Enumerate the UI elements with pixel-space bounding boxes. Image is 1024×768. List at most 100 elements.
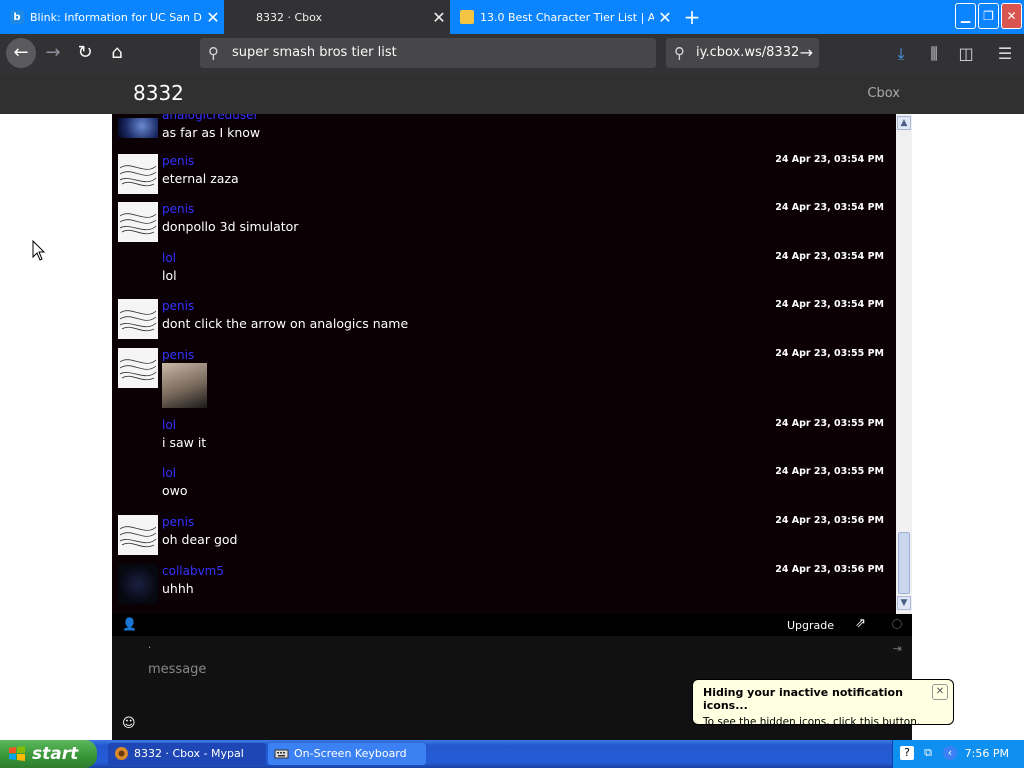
message-text: lol (162, 268, 177, 283)
message-text: donpollo 3d simulator (162, 219, 299, 234)
tab-title: 13.0 Best Character Tier List | Ap (480, 10, 654, 24)
help-icon[interactable]: ? (900, 746, 914, 760)
close-tab-icon[interactable]: ✕ (428, 8, 450, 27)
tab-cbox[interactable]: 8332 · Cbox ✕ (224, 0, 450, 34)
forward-button[interactable]: → (38, 38, 68, 68)
message-input[interactable]: message (148, 662, 206, 677)
chat-message: penis dont click the arrow on analogics n… (112, 299, 896, 347)
message-text: i saw it (162, 435, 207, 450)
scroll-thumb[interactable] (898, 532, 910, 594)
chat-message: penis 24 Apr 23, 03:55 PM (112, 348, 896, 408)
search-icon: ⚲ (674, 44, 685, 62)
nav-bar: ← → ↻ ⌂ ⚲ super smash bros tier list ⚲ i… (0, 34, 1024, 74)
message-timestamp: 24 Apr 23, 03:55 PM (775, 418, 884, 429)
minimize-button[interactable]: ▁ (955, 3, 976, 29)
go-arrow-icon[interactable]: → (800, 38, 813, 68)
search-icon: ⚲ (208, 44, 219, 62)
scrollbar[interactable]: ▲ ▼ (896, 114, 912, 688)
tab-strip: b Blink: Information for UC San Dieg ✕ 8… (0, 0, 1024, 34)
message-image[interactable] (162, 363, 207, 408)
message-text: eternal zaza (162, 171, 239, 186)
search-bar[interactable]: ⚲ iy.cbox.ws/8332 → (666, 38, 819, 68)
tab-tier-list[interactable]: 13.0 Best Character Tier List | Ap ✕ (450, 0, 676, 34)
notification-balloon[interactable]: Hiding your inactive notification icons.… (692, 679, 954, 728)
message-username[interactable]: penis (162, 348, 194, 362)
message-timestamp: 24 Apr 23, 03:55 PM (775, 466, 884, 477)
balloon-close-button[interactable]: ✕ (932, 684, 948, 700)
restore-button[interactable]: ❐ (978, 3, 999, 29)
avatar[interactable] (118, 564, 158, 604)
message-username[interactable]: penis (162, 299, 194, 313)
network-icon[interactable]: ⧉ (921, 746, 935, 760)
tab-blink[interactable]: b Blink: Information for UC San Dieg ✕ (0, 0, 224, 34)
name-field[interactable]: . (148, 640, 151, 651)
address-text: super smash bros tier list (232, 45, 397, 60)
tab-title: Blink: Information for UC San Dieg (30, 10, 202, 24)
chat-message: penis oh dear god 24 Apr 23, 03:56 PM (112, 515, 896, 563)
scroll-down-icon[interactable]: ▼ (897, 596, 911, 610)
close-tab-icon[interactable]: ✕ (654, 8, 676, 27)
message-timestamp: 24 Apr 23, 03:54 PM (775, 299, 884, 310)
close-tab-icon[interactable]: ✕ (202, 8, 224, 27)
message-username[interactable]: lol (162, 418, 176, 432)
close-window-button[interactable]: ✕ (1001, 3, 1022, 29)
start-label: start (32, 744, 79, 764)
popout-icon[interactable]: ⇗ (855, 616, 866, 631)
clock: 7:56 PM (964, 747, 1009, 760)
avatar[interactable] (118, 118, 158, 138)
keyboard-icon (274, 749, 289, 759)
message-username[interactable]: lol (162, 251, 176, 265)
avatar[interactable] (118, 515, 158, 555)
library-icon[interactable]: ⫼ (924, 44, 944, 64)
message-username[interactable]: lol (162, 466, 176, 480)
avatar[interactable] (118, 348, 158, 388)
emoji-icon[interactable]: ☺ (122, 716, 136, 731)
message-username[interactable]: collabvm5 (162, 564, 224, 578)
chat-message: lol owo 24 Apr 23, 03:55 PM (112, 466, 896, 514)
menu-icon[interactable]: ☰ (995, 44, 1015, 64)
message-timestamp: 24 Apr 23, 03:56 PM (775, 564, 884, 575)
avatar[interactable] (118, 299, 158, 339)
scroll-up-icon[interactable]: ▲ (897, 116, 911, 130)
status-icon[interactable] (892, 619, 902, 629)
taskbar-item-mypal[interactable]: 8332 · Cbox - Mypal (108, 743, 266, 765)
search-text: iy.cbox.ws/8332 (696, 45, 800, 60)
blink-favicon-icon: b (10, 10, 24, 24)
message-text: dont click the arrow on analogics name (162, 316, 409, 331)
downloads-icon[interactable]: ⤓ (891, 44, 911, 64)
chat-message: penis eternal zaza 24 Apr 23, 03:54 PM (112, 154, 896, 202)
message-timestamp: 24 Apr 23, 03:54 PM (775, 202, 884, 213)
taskbar-item-keyboard[interactable]: On-Screen Keyboard (268, 743, 426, 765)
chat-message: penis donpollo 3d simulator 24 Apr 23, 03:… (112, 202, 896, 250)
mypal-icon (115, 747, 128, 760)
brand-link[interactable]: Cbox (867, 86, 900, 101)
windows-flag-icon (9, 746, 25, 761)
chat-message: analogicreduser as far as I know (112, 114, 896, 156)
tab-title: 8332 · Cbox (256, 10, 323, 24)
avatar[interactable] (118, 202, 158, 242)
message-username[interactable]: penis (162, 515, 194, 529)
balloon-body: To see the hidden icons, click this butt… (703, 716, 921, 728)
new-tab-button[interactable]: + (680, 4, 704, 30)
reload-button[interactable]: ↻ (70, 38, 100, 68)
message-timestamp: 24 Apr 23, 03:56 PM (775, 515, 884, 526)
home-button[interactable]: ⌂ (102, 38, 132, 68)
taskbar: start 8332 · Cbox - Mypal On-Screen Keyb… (0, 740, 1024, 768)
message-username[interactable]: penis (162, 202, 194, 216)
chat-message: lol lol 24 Apr 23, 03:54 PM (112, 251, 896, 299)
message-text: uhhh (162, 581, 194, 596)
message-text: oh dear god (162, 532, 238, 547)
sign-in-icon[interactable]: ⇥ (893, 642, 902, 655)
address-bar[interactable]: ⚲ super smash bros tier list (200, 38, 656, 68)
upgrade-link[interactable]: Upgrade (787, 619, 834, 632)
back-button[interactable]: ← (6, 38, 36, 68)
message-username[interactable]: analogicreduser (162, 114, 258, 122)
user-icon[interactable]: 👤 (122, 617, 137, 631)
start-button[interactable]: start (0, 740, 97, 768)
show-hidden-icons-icon[interactable]: ‹ (943, 746, 957, 760)
message-timestamp: 24 Apr 23, 03:54 PM (775, 154, 884, 165)
sidebar-icon[interactable]: ◫ (956, 44, 976, 64)
message-username[interactable]: penis (162, 154, 194, 168)
page-content: 8332 Cbox analogicreduser as far as I kno… (0, 74, 1024, 740)
avatar[interactable] (118, 154, 158, 194)
